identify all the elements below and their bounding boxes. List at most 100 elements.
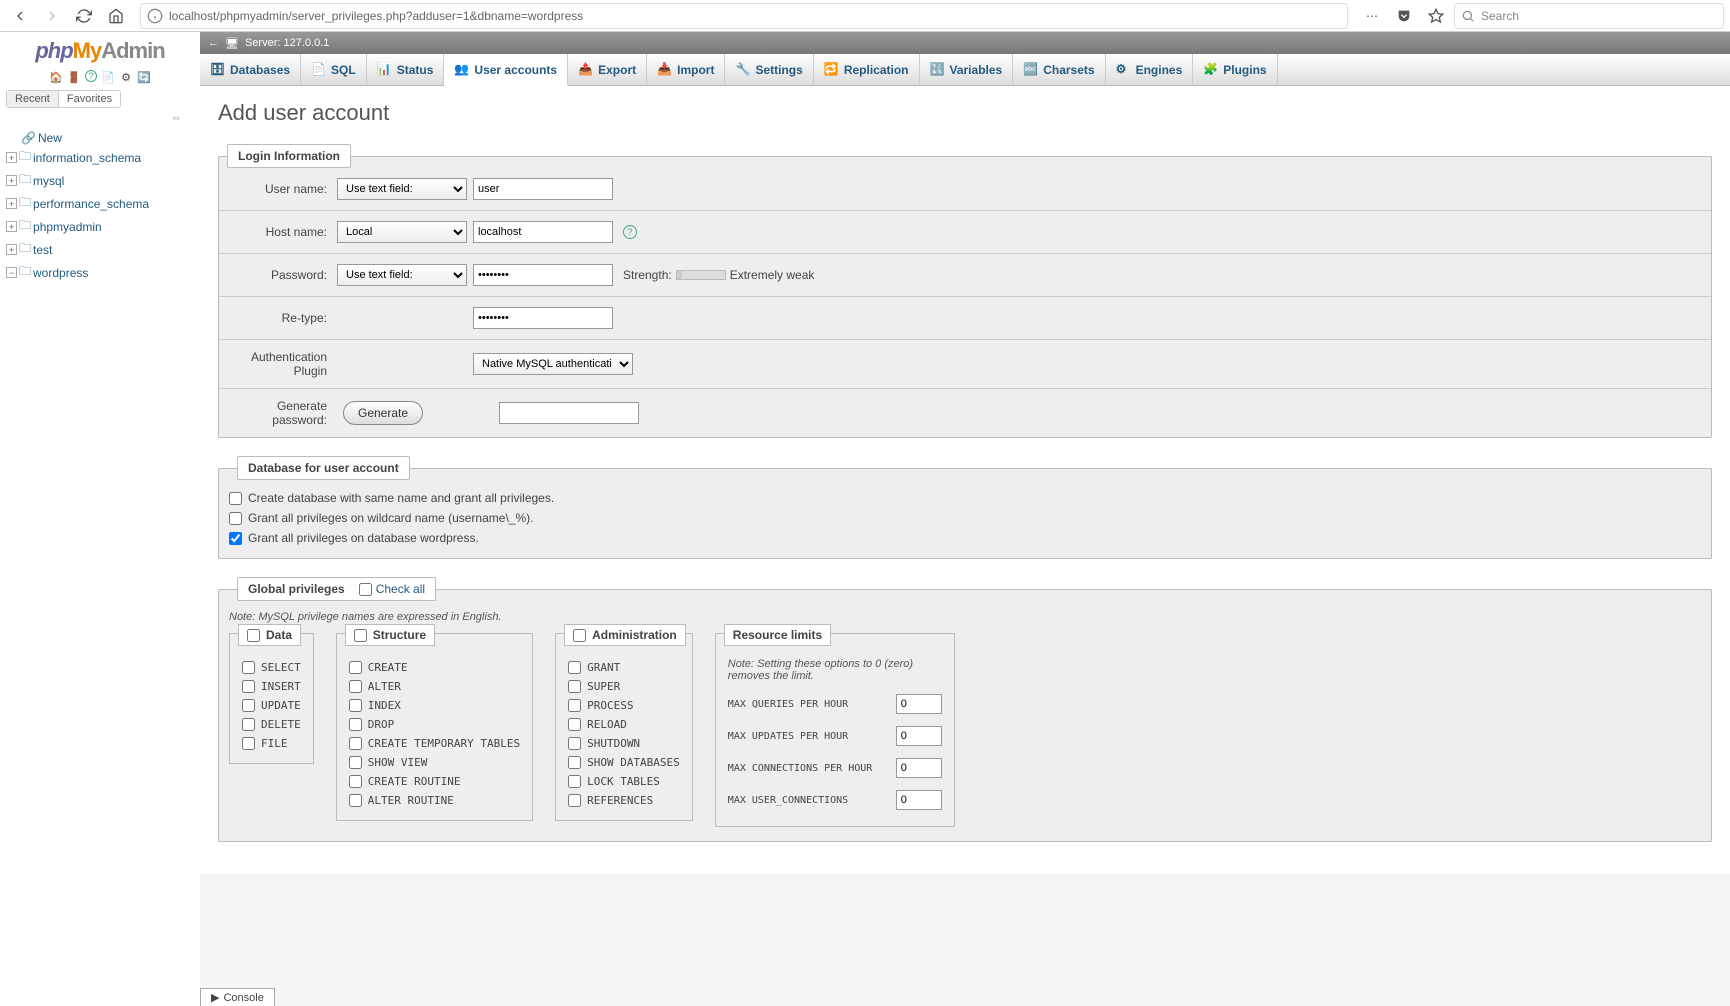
priv-references: REFERENCES [568, 791, 680, 810]
tree-db-wordpress[interactable]: −🗀wordpress [6, 261, 194, 284]
expand-icon[interactable]: + [6, 221, 17, 232]
priv-create-checkbox[interactable] [349, 661, 362, 674]
tab-export[interactable]: 📤Export [568, 54, 647, 85]
console-tab[interactable]: ▶ Console [200, 988, 275, 1006]
tab-replication[interactable]: 🔁Replication [814, 54, 920, 85]
priv-index: INDEX [349, 696, 520, 715]
more-icon[interactable]: ⋯ [1358, 2, 1386, 30]
db-option-1: Grant all privileges on wildcard name (u… [229, 508, 1701, 528]
priv-delete-checkbox[interactable] [242, 718, 255, 731]
bookmark-icon[interactable] [1422, 2, 1450, 30]
data-group-checkbox[interactable] [247, 629, 260, 642]
home-icon[interactable]: 🏠 [49, 70, 63, 84]
tree-db-test[interactable]: +🗀test [6, 238, 194, 261]
priv-grant: GRANT [568, 658, 680, 677]
hostname-input[interactable] [473, 221, 613, 243]
tab-plugins[interactable]: 🧩Plugins [1193, 54, 1277, 85]
structure-group-checkbox[interactable] [354, 629, 367, 642]
phpmyadmin-logo[interactable]: phpMyAdmin [0, 38, 200, 64]
tab-import[interactable]: 📥Import [647, 54, 725, 85]
password-mode-select[interactable]: Use text field: [337, 264, 467, 286]
db-checkbox-0[interactable] [229, 492, 242, 505]
priv-alter-checkbox[interactable] [349, 680, 362, 693]
tab-sql[interactable]: 📄SQL [301, 54, 367, 85]
resource-input-0[interactable] [896, 694, 942, 714]
home-button[interactable] [102, 2, 130, 30]
priv-index-checkbox[interactable] [349, 699, 362, 712]
tree-db-phpmyadmin[interactable]: +🗀phpmyadmin [6, 215, 194, 238]
priv-shutdown-checkbox[interactable] [568, 737, 581, 750]
url-bar[interactable]: localhost/phpmyadmin/server_privileges.p… [140, 3, 1348, 29]
check-all[interactable]: Check all [359, 582, 425, 596]
tab-variables[interactable]: 🔣Variables [920, 54, 1014, 85]
pocket-icon[interactable] [1390, 2, 1418, 30]
priv-alter-routine-checkbox[interactable] [349, 794, 362, 807]
db-checkbox-1[interactable] [229, 512, 242, 525]
priv-grant-checkbox[interactable] [568, 661, 581, 674]
expand-icon[interactable]: + [6, 198, 17, 209]
priv-process: PROCESS [568, 696, 680, 715]
tree-db-performance_schema[interactable]: +🗀performance_schema [6, 192, 194, 215]
retype-input[interactable] [473, 307, 613, 329]
priv-reload-checkbox[interactable] [568, 718, 581, 731]
tab-charsets[interactable]: 🔤Charsets [1013, 54, 1105, 85]
admin-group-checkbox[interactable] [573, 629, 586, 642]
password-input[interactable] [473, 264, 613, 286]
tree-new[interactable]: 🔗 New [6, 130, 194, 146]
reload-button[interactable] [70, 2, 98, 30]
help-icon[interactable]: ? [85, 70, 97, 82]
username-mode-select[interactable]: Use text field: [337, 178, 467, 200]
expand-icon[interactable]: + [6, 152, 17, 163]
docs-icon[interactable]: 📄 [101, 70, 115, 84]
tab-databases[interactable]: 🗄Databases [200, 54, 301, 85]
hostname-mode-select[interactable]: Local [337, 221, 467, 243]
db-option-2: Grant all privileges on database wordpre… [229, 528, 1701, 548]
expand-icon[interactable]: + [6, 244, 17, 255]
db-checkbox-2[interactable] [229, 532, 242, 545]
priv-show-databases-checkbox[interactable] [568, 756, 581, 769]
resource-input-3[interactable] [896, 790, 942, 810]
resource-input-2[interactable] [896, 758, 942, 778]
username-input[interactable] [473, 178, 613, 200]
hostname-help-icon[interactable]: ? [623, 225, 637, 239]
priv-file-checkbox[interactable] [242, 737, 255, 750]
url-text: localhost/phpmyadmin/server_privileges.p… [169, 9, 583, 23]
priv-insert-checkbox[interactable] [242, 680, 255, 693]
tab-settings[interactable]: 🔧Settings [725, 54, 813, 85]
settings-icon[interactable]: ⚙ [119, 70, 133, 84]
logout-icon[interactable]: 🚪 [67, 70, 81, 84]
auth-select[interactable]: Native MySQL authentication [473, 353, 633, 375]
refresh-icon[interactable]: 🔄 [137, 70, 151, 84]
check-all-checkbox[interactable] [359, 583, 372, 596]
expand-icon[interactable]: + [6, 175, 17, 186]
priv-drop-checkbox[interactable] [349, 718, 362, 731]
priv-process-checkbox[interactable] [568, 699, 581, 712]
browser-search[interactable]: Search [1454, 3, 1724, 29]
back-button[interactable] [6, 2, 34, 30]
priv-update-checkbox[interactable] [242, 699, 255, 712]
tab-favorites[interactable]: Favorites [59, 91, 120, 107]
resource-input-1[interactable] [896, 726, 942, 746]
priv-select-checkbox[interactable] [242, 661, 255, 674]
tab-user-accounts[interactable]: 👥User accounts [444, 54, 568, 86]
tab-recent[interactable]: Recent [7, 91, 59, 107]
priv-create-routine-checkbox[interactable] [349, 775, 362, 788]
server-back-icon[interactable]: ← [208, 37, 219, 49]
priv-super-checkbox[interactable] [568, 680, 581, 693]
collapse-icon[interactable]: ⇔ [0, 112, 200, 124]
priv-show-view-checkbox[interactable] [349, 756, 362, 769]
priv-references-checkbox[interactable] [568, 794, 581, 807]
tree-db-mysql[interactable]: +🗀mysql [6, 169, 194, 192]
forward-button[interactable] [38, 2, 66, 30]
fieldset-login: Login Information User name: Use text fi… [218, 144, 1712, 438]
server-label: Server: 127.0.0.1 [245, 37, 329, 49]
priv-create-temporary-tables-checkbox[interactable] [349, 737, 362, 750]
tree-db-information_schema[interactable]: +🗀information_schema [6, 146, 194, 169]
generated-password-input[interactable] [499, 402, 639, 424]
tab-status[interactable]: 📊Status [367, 54, 445, 85]
priv-lock-tables-checkbox[interactable] [568, 775, 581, 788]
expand-icon[interactable]: − [6, 267, 17, 278]
priv-delete: DELETE [242, 715, 301, 734]
generate-button[interactable]: Generate [343, 401, 423, 425]
tab-engines[interactable]: ⚙Engines [1106, 54, 1194, 85]
